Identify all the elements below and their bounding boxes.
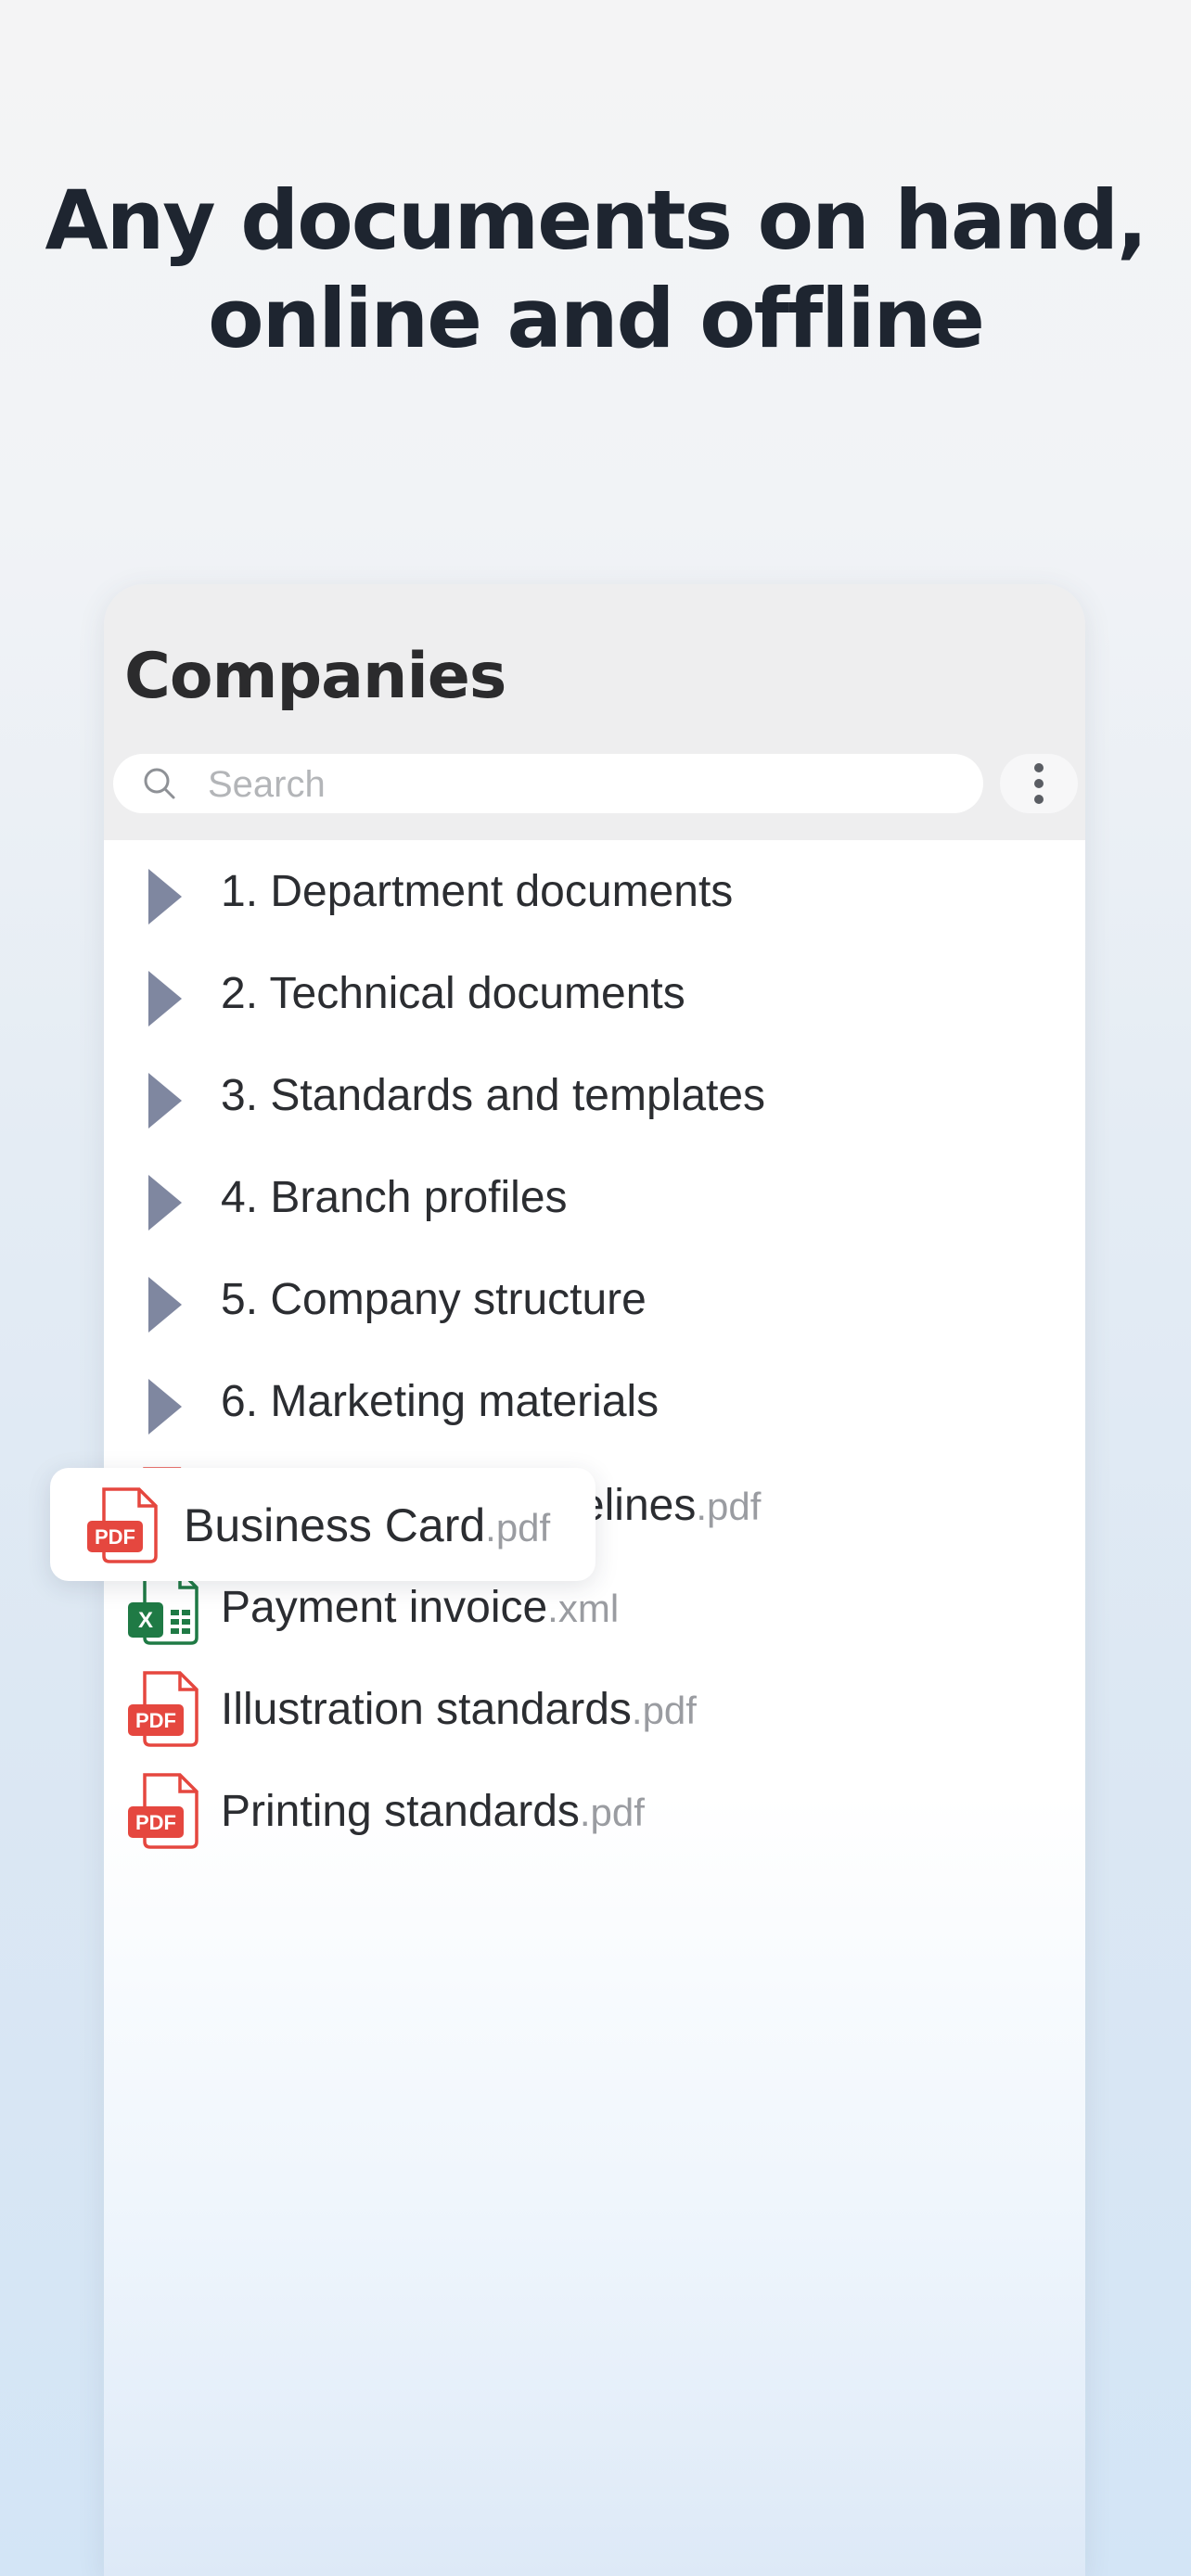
folder-row[interactable]: 3. Standards and templates bbox=[104, 1044, 1085, 1146]
file-name: Printing standards bbox=[221, 1787, 580, 1836]
search-icon bbox=[144, 768, 175, 799]
folder-row[interactable]: 4. Branch profiles bbox=[104, 1146, 1085, 1248]
more-dot bbox=[1034, 795, 1044, 804]
file-extension: .pdf bbox=[696, 1485, 762, 1528]
panel-header: Companies bbox=[104, 584, 1085, 840]
file-label: Payment invoice.xml bbox=[221, 1582, 619, 1633]
search-input[interactable] bbox=[206, 754, 952, 815]
svg-text:PDF: PDF bbox=[135, 1709, 176, 1732]
folder-label: 6. Marketing materials bbox=[221, 1377, 660, 1426]
folder-row[interactable]: 1. Department documents bbox=[104, 840, 1085, 942]
expand-arrow-icon[interactable] bbox=[148, 1073, 182, 1129]
more-dot bbox=[1034, 763, 1044, 772]
folder-label: 1. Department documents bbox=[221, 867, 734, 916]
dragged-file-card[interactable]: PDF Business Card.pdf bbox=[50, 1468, 596, 1581]
more-dot bbox=[1034, 779, 1044, 788]
svg-text:PDF: PDF bbox=[135, 1811, 176, 1834]
file-name: Payment invoice bbox=[221, 1583, 548, 1632]
file-extension: .xml bbox=[547, 1587, 620, 1630]
search-bar[interactable] bbox=[113, 754, 983, 815]
file-extension: .pdf bbox=[579, 1791, 645, 1834]
file-label: Business Card.pdf bbox=[184, 1498, 550, 1552]
svg-text:X: X bbox=[138, 1608, 153, 1633]
file-extension: .pdf bbox=[485, 1506, 551, 1549]
file-list: 1. Department documents 2. Technical doc… bbox=[104, 840, 1085, 2576]
file-label: Printing standards.pdf bbox=[221, 1786, 645, 1837]
folder-row[interactable]: 5. Company structure bbox=[104, 1248, 1085, 1350]
file-row[interactable]: PDF Printing standards.pdf bbox=[104, 1760, 1085, 1862]
file-name: Illustration standards bbox=[221, 1685, 632, 1734]
pdf-file-icon: PDF bbox=[128, 1671, 198, 1747]
expand-arrow-icon[interactable] bbox=[148, 1379, 182, 1435]
file-label: Illustration standards.pdf bbox=[221, 1684, 697, 1735]
pdf-file-icon: PDF bbox=[87, 1487, 158, 1563]
pdf-file-icon: PDF bbox=[128, 1773, 198, 1849]
more-options-button[interactable] bbox=[1000, 754, 1078, 813]
headline-line-2: online and offline bbox=[208, 271, 985, 366]
expand-arrow-icon[interactable] bbox=[148, 971, 182, 1027]
folder-row[interactable]: 6. Marketing materials bbox=[104, 1350, 1085, 1452]
expand-arrow-icon[interactable] bbox=[148, 1277, 182, 1333]
folder-label: 2. Technical documents bbox=[221, 969, 685, 1018]
headline: Any documents on hand, online and offlin… bbox=[0, 172, 1191, 368]
file-name: Business Card bbox=[184, 1499, 486, 1551]
folder-label: 5. Company structure bbox=[221, 1275, 647, 1324]
page-title: Companies bbox=[124, 640, 506, 713]
folder-row[interactable]: 2. Technical documents bbox=[104, 942, 1085, 1044]
folder-label: 3. Standards and templates bbox=[221, 1071, 766, 1120]
svg-text:PDF: PDF bbox=[95, 1525, 135, 1549]
file-row[interactable]: PDF Illustration standards.pdf bbox=[104, 1658, 1085, 1760]
file-extension: .pdf bbox=[631, 1689, 697, 1732]
folder-label: 4. Branch profiles bbox=[221, 1173, 568, 1222]
expand-arrow-icon[interactable] bbox=[148, 1175, 182, 1231]
expand-arrow-icon[interactable] bbox=[148, 869, 182, 925]
headline-line-1: Any documents on hand, bbox=[45, 172, 1148, 268]
